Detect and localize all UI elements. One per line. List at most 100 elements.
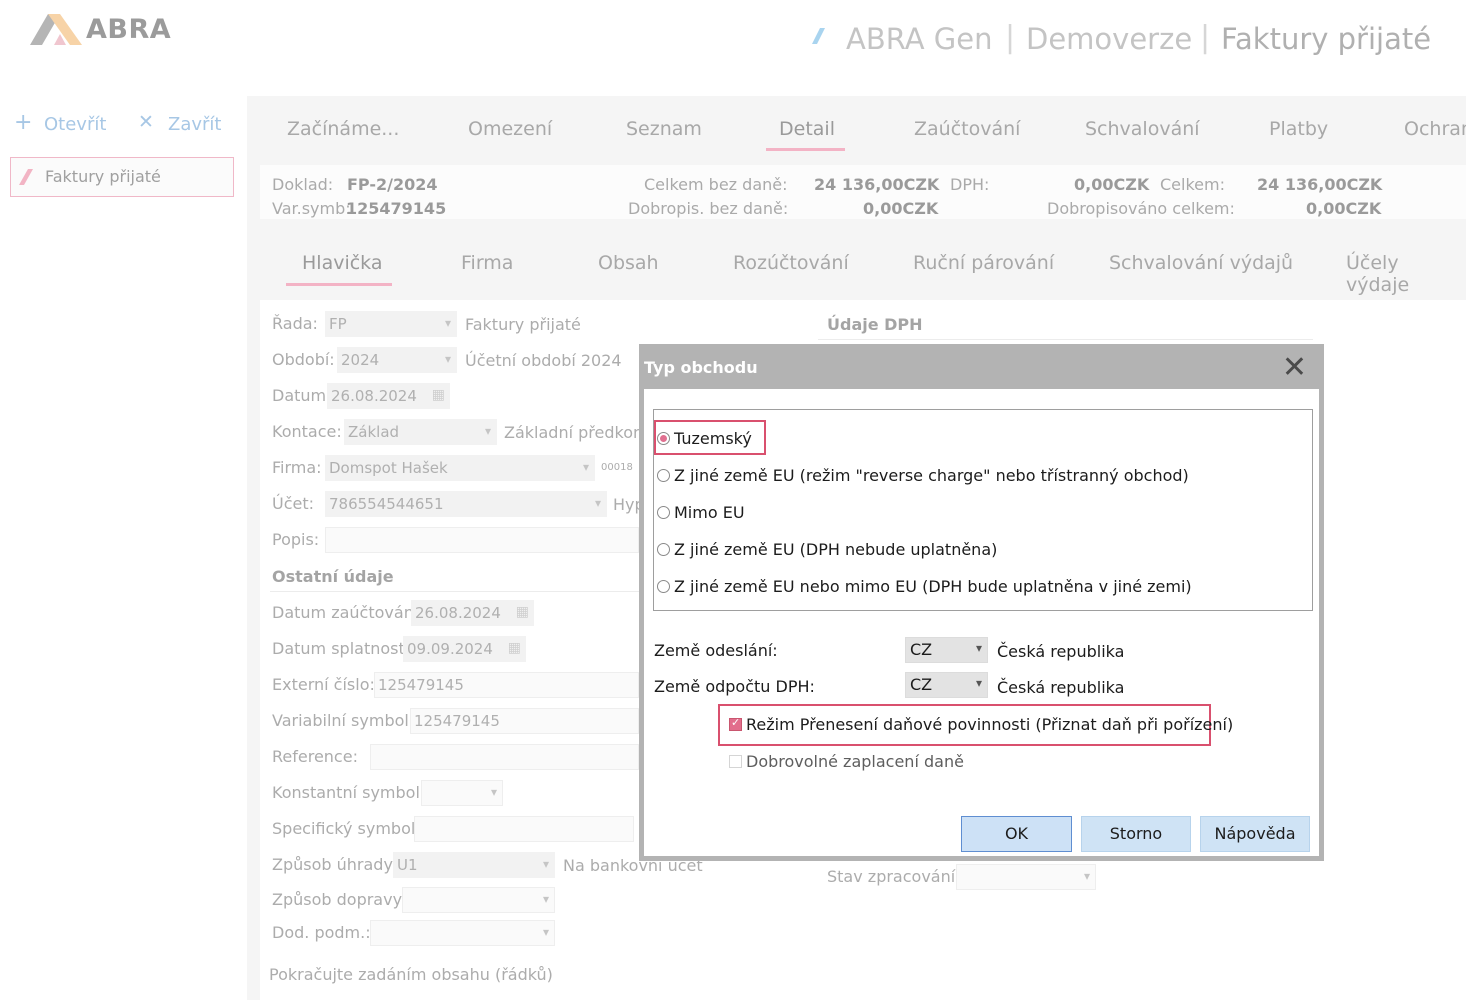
datum-splatnosti-label: Datum splatnosti: <box>272 639 415 658</box>
tab-seznam[interactable]: Seznam <box>626 118 702 140</box>
title-separator: | <box>1005 20 1016 55</box>
ucet-select[interactable]: 786554544651 <box>325 491 607 517</box>
obdobi-select[interactable]: 2024 <box>337 347 457 373</box>
footer-hint: Pokračujte zadáním obsahu (řádků) <box>269 965 553 984</box>
udaje-dph-heading: Údaje DPH <box>827 315 923 334</box>
tab-ochrana[interactable]: Ochran <box>1404 118 1466 140</box>
varsymb-value: 125479145 <box>346 199 447 218</box>
datum-splatnosti-field[interactable]: 09.09.2024 <box>403 636 526 662</box>
konstantni-symbol-select[interactable] <box>421 780 503 806</box>
kontace-desc: Základní předkonta <box>504 423 660 442</box>
radio-mimo-eu[interactable]: Mimo EU <box>657 503 745 522</box>
subtab-firma[interactable]: Firma <box>461 252 513 274</box>
zeme-odeslani-label: Země odeslání: <box>654 641 778 660</box>
radio-unselected-icon <box>657 506 670 519</box>
title-module: Faktury přijaté <box>1221 22 1432 56</box>
doklad-label: Doklad: <box>272 175 334 194</box>
radio-jina-zeme-uplatnena-jinde[interactable]: Z jiné země EU nebo mimo EU (DPH bude up… <box>657 577 1192 596</box>
ok-button[interactable]: OK <box>961 816 1072 852</box>
reference-field[interactable] <box>370 744 639 770</box>
popis-field[interactable] <box>325 527 639 553</box>
datum-field[interactable]: 26.08.2024 <box>327 383 450 409</box>
checkbox-unchecked-icon <box>729 755 742 768</box>
typ-obchodu-dialog: Typ obchodu ✕ Tuzemský Z jiné země EU (r… <box>639 344 1324 861</box>
abra-logo-icon <box>30 14 82 45</box>
zeme-odeslani-select[interactable]: CZ <box>905 637 988 663</box>
section-divider <box>270 591 639 592</box>
rada-desc: Faktury přijaté <box>465 315 581 334</box>
doklad-value: FP-2/2024 <box>347 175 438 194</box>
title-edition: Demoverze <box>1026 22 1193 56</box>
dobropisovano-value: 0,00CZK <box>1306 199 1382 218</box>
radio-unselected-icon <box>657 469 670 482</box>
varsymb-label: Var.symb: <box>272 199 351 218</box>
dobropis-value: 0,00CZK <box>863 199 939 218</box>
subtab-hlavicka-underline <box>286 283 392 286</box>
checkbox-dobrovolne-zaplaceni[interactable]: Dobrovolné zaplacení daně <box>729 752 964 771</box>
reference-label: Reference: <box>272 747 358 766</box>
celkem-bez-dane-label: Celkem bez daně: <box>644 175 788 194</box>
title-app: ABRA Gen <box>846 22 993 56</box>
napoveda-button[interactable]: Nápověda <box>1200 816 1310 852</box>
obdobi-label: Období: <box>272 350 335 369</box>
tab-zauctovani[interactable]: Zaúčtování <box>914 118 1020 140</box>
dobropis-label: Dobropis. bez daně: <box>628 199 789 218</box>
rada-select[interactable]: FP <box>325 311 457 337</box>
variabilni-symbol-field[interactable]: 125479145 <box>410 708 639 734</box>
firma-select[interactable]: Domspot Hašek <box>325 455 595 481</box>
specificky-symbol-field[interactable] <box>414 816 634 842</box>
zpusob-uhrady-select[interactable]: U1 <box>393 852 555 878</box>
storno-button[interactable]: Storno <box>1081 816 1191 852</box>
firma-label: Firma: <box>272 458 322 477</box>
dph-label: DPH: <box>950 175 990 194</box>
radio-jina-zeme-eu-reverse[interactable]: Z jiné země EU (režim "reverse charge" n… <box>657 466 1189 485</box>
tab-schvalovani[interactable]: Schvalování <box>1085 118 1200 140</box>
left-item-faktury[interactable]: Faktury přijaté <box>10 157 234 197</box>
dialog-close-icon[interactable]: ✕ <box>1282 351 1307 385</box>
dialog-title: Typ obchodu <box>644 358 758 377</box>
tab-platby[interactable]: Platby <box>1269 118 1328 140</box>
close-button[interactable]: Zavřít <box>168 114 221 135</box>
celkem-bez-dane-value: 24 136,00CZK <box>814 175 940 194</box>
tab-zaciname[interactable]: Začínáme... <box>287 118 399 140</box>
open-button[interactable]: Otevřít <box>44 114 106 135</box>
udaje-dph-divider <box>818 339 1313 340</box>
firma-code: 00018 <box>601 462 633 473</box>
popis-label: Popis: <box>272 530 320 549</box>
subtab-hlavicka[interactable]: Hlavička <box>302 252 383 274</box>
datum-zauctovani-label: Datum zaúčtování: <box>272 603 424 622</box>
datum-zauctovani-field[interactable]: 26.08.2024 <box>411 600 534 626</box>
zeme-odpoctu-select[interactable]: CZ <box>905 672 988 698</box>
zeme-odpoctu-name: Česká republika <box>997 678 1125 697</box>
tab-detail-underline <box>766 148 845 151</box>
radio-unselected-icon <box>657 580 670 593</box>
radio-tuzemsky[interactable]: Tuzemský <box>657 429 752 448</box>
zpusob-dopravy-label: Způsob dopravy: <box>272 890 407 909</box>
celkem-value: 24 136,00CZK <box>1257 175 1383 194</box>
ucet-label: Účet: <box>272 494 315 513</box>
externi-cislo-field[interactable]: 125479145 <box>374 672 639 698</box>
subtab-obsah[interactable]: Obsah <box>598 252 659 274</box>
subtab-rucni-parovani[interactable]: Ruční párování <box>913 252 1054 274</box>
radio-jina-zeme-eu-neuplatnena[interactable]: Z jiné země EU (DPH nebude uplatněna) <box>657 540 997 559</box>
dialog-title-bar: Typ obchodu ✕ <box>644 349 1319 389</box>
tab-omezeni[interactable]: Omezení <box>468 118 552 140</box>
tab-detail[interactable]: Detail <box>779 118 835 140</box>
stav-zpracovani-select[interactable] <box>956 864 1096 890</box>
document-type-icon <box>19 169 33 185</box>
subtab-schvalovani-vydaju[interactable]: Schvalování výdajů <box>1109 252 1293 274</box>
checkbox-rezim-preneseni[interactable]: Režim Přenesení daňové povinnosti (Přizn… <box>729 715 1233 734</box>
dod-podm-select[interactable] <box>370 920 555 946</box>
zpusob-dopravy-select[interactable] <box>402 887 555 913</box>
kontace-select[interactable]: Základ <box>344 419 497 445</box>
plus-icon: + <box>14 110 33 135</box>
subtab-ucely-vydaje[interactable]: Účely výdaje <box>1346 252 1466 296</box>
left-panel <box>0 78 247 1000</box>
variabilni-symbol-label: Variabilní symbol: <box>272 711 415 730</box>
subtab-rozuctovani[interactable]: Rozúčtování <box>733 252 849 274</box>
externi-cislo-label: Externí číslo: <box>272 675 375 694</box>
dph-value: 0,00CZK <box>1074 175 1150 194</box>
left-item-label: Faktury přijaté <box>45 167 161 186</box>
radio-unselected-icon <box>657 543 670 556</box>
logo-text: ABRA <box>86 14 172 45</box>
